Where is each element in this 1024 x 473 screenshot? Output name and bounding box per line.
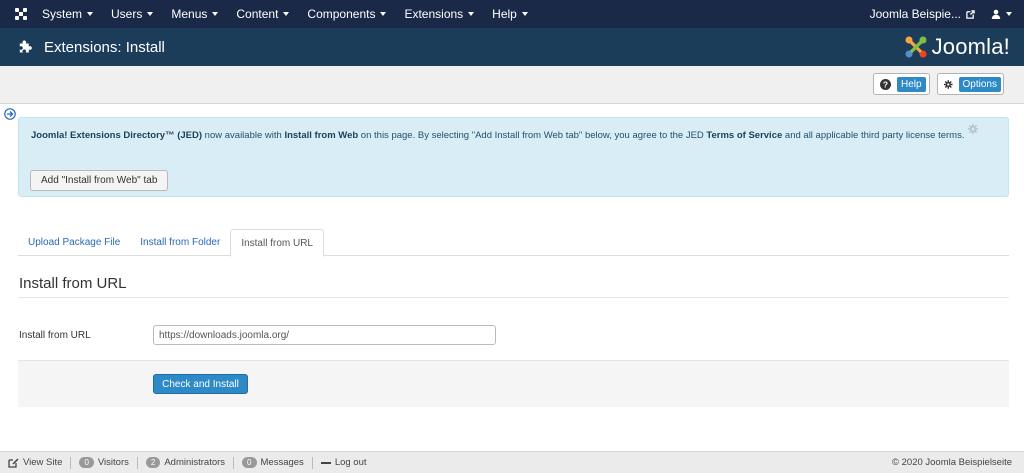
install-tabs: Upload Package File Install from Folder … — [18, 229, 1009, 257]
administrators-status[interactable]: 2 Administrators — [145, 457, 226, 468]
footer-separator — [136, 456, 138, 469]
tab-upload-package-file[interactable]: Upload Package File — [18, 229, 130, 256]
sidebar-toggle-icon[interactable] — [4, 108, 16, 120]
menu-help[interactable]: Help — [492, 7, 528, 21]
menu-users[interactable]: Users — [111, 7, 154, 21]
footer-separator — [233, 456, 235, 469]
messages-count-badge: 0 — [242, 457, 257, 468]
tab-install-from-url[interactable]: Install from URL — [230, 229, 324, 257]
toolbar: ? Help Options — [0, 66, 1024, 104]
joomla-logo: Joomla! — [904, 34, 1010, 60]
terms-of-service-link[interactable]: Terms of Service — [706, 130, 782, 141]
top-navbar: System Users Menus Content Components Ex… — [0, 0, 1024, 28]
site-link[interactable]: Joomla Beispie... — [870, 7, 975, 21]
caret-down-icon — [87, 12, 94, 16]
joomla-logo-text: Joomla! — [931, 34, 1010, 59]
add-install-from-web-tab-button[interactable]: Add "Install from Web" tab — [30, 170, 169, 191]
menu-extensions-label: Extensions — [404, 7, 464, 21]
gear-icon — [944, 79, 953, 89]
section-divider — [18, 297, 1009, 298]
options-button[interactable]: Options — [937, 73, 1004, 95]
menu-components[interactable]: Components — [307, 7, 387, 21]
help-button-label: Help — [897, 76, 926, 92]
visitors-label: Visitors — [97, 457, 129, 468]
user-menu[interactable] — [991, 9, 1012, 19]
menu-extensions[interactable]: Extensions — [404, 7, 475, 21]
jed-info-alert: Joomla! Extensions Directory™ (JED) now … — [18, 117, 1009, 197]
messages-label: Messages — [260, 457, 304, 468]
menu-menus-label: Menus — [171, 7, 208, 21]
alert-message: Joomla! Extensions Directory™ (JED) now … — [31, 127, 966, 144]
caret-down-icon — [283, 12, 290, 16]
install-from-web-text: Install from Web — [284, 130, 359, 141]
messages-status[interactable]: 0 Messages — [242, 457, 304, 468]
alert-text-3: and all applicable third party license t… — [782, 130, 965, 141]
status-footer: View Site 0 Visitors 2 Administrators 0 … — [0, 451, 1024, 473]
menu-system[interactable]: System — [42, 7, 94, 21]
install-url-input[interactable] — [153, 325, 496, 345]
caret-down-icon — [1006, 12, 1012, 16]
site-link-label: Joomla Beispie... — [869, 7, 961, 21]
svg-text:?: ? — [883, 79, 888, 89]
menu-menus[interactable]: Menus — [171, 7, 219, 21]
jed-name: Joomla! Extensions Directory™ (JED) — [31, 130, 203, 141]
alert-text-1: now available with — [202, 130, 285, 141]
menu-content-label: Content — [236, 7, 279, 21]
main-menu: System Users Menus Content Components Ex… — [42, 7, 546, 21]
options-button-label: Options — [958, 76, 1001, 92]
footer-separator — [311, 456, 313, 469]
tab-install-from-folder[interactable]: Install from Folder — [130, 229, 230, 256]
external-link-icon — [966, 9, 975, 19]
topnav-right: Joomla Beispie... — [870, 0, 1012, 28]
page-title: Extensions: Install — [44, 38, 165, 56]
copyright: © 2020 Joomla Beispielseite — [891, 457, 1012, 468]
visitors-count-badge: 0 — [79, 457, 94, 468]
caret-down-icon — [147, 12, 154, 16]
logout-label: Log out — [334, 457, 367, 468]
minus-icon — [320, 461, 331, 464]
caret-down-icon — [468, 12, 475, 16]
alert-text-2: on this page. By selecting "Add Install … — [358, 130, 707, 141]
caret-down-icon — [380, 12, 387, 16]
help-button[interactable]: ? Help — [873, 73, 930, 95]
check-and-install-button[interactable]: Check and Install — [153, 374, 248, 394]
puzzle-icon — [19, 40, 32, 53]
menu-components-label: Components — [307, 7, 376, 21]
joomla-menu-icon[interactable] — [14, 7, 28, 21]
visitors-status[interactable]: 0 Visitors — [79, 457, 129, 468]
menu-help-label: Help — [492, 7, 517, 21]
caret-down-icon — [212, 12, 219, 16]
menu-system-label: System — [42, 7, 83, 21]
view-site-link[interactable]: View Site — [8, 457, 62, 468]
alert-settings-icon[interactable] — [968, 124, 978, 134]
caret-down-icon — [521, 12, 528, 16]
logout-link[interactable]: Log out — [320, 457, 367, 468]
question-icon: ? — [880, 78, 891, 90]
form-actions: Check and Install — [18, 360, 1009, 407]
page-header: Extensions: Install Joomla! — [0, 28, 1024, 66]
section-title: Install from URL — [19, 275, 127, 292]
menu-content[interactable]: Content — [236, 7, 290, 21]
view-site-label: View Site — [23, 457, 63, 468]
joomla-logo-icon — [905, 36, 927, 58]
footer-separator — [70, 456, 72, 469]
menu-users-label: Users — [111, 7, 143, 21]
install-url-label: Install from URL — [19, 330, 91, 341]
user-icon — [991, 9, 1001, 19]
administrators-label: Administrators — [164, 457, 226, 468]
edit-external-icon — [8, 457, 19, 468]
administrators-count-badge: 2 — [145, 457, 161, 468]
